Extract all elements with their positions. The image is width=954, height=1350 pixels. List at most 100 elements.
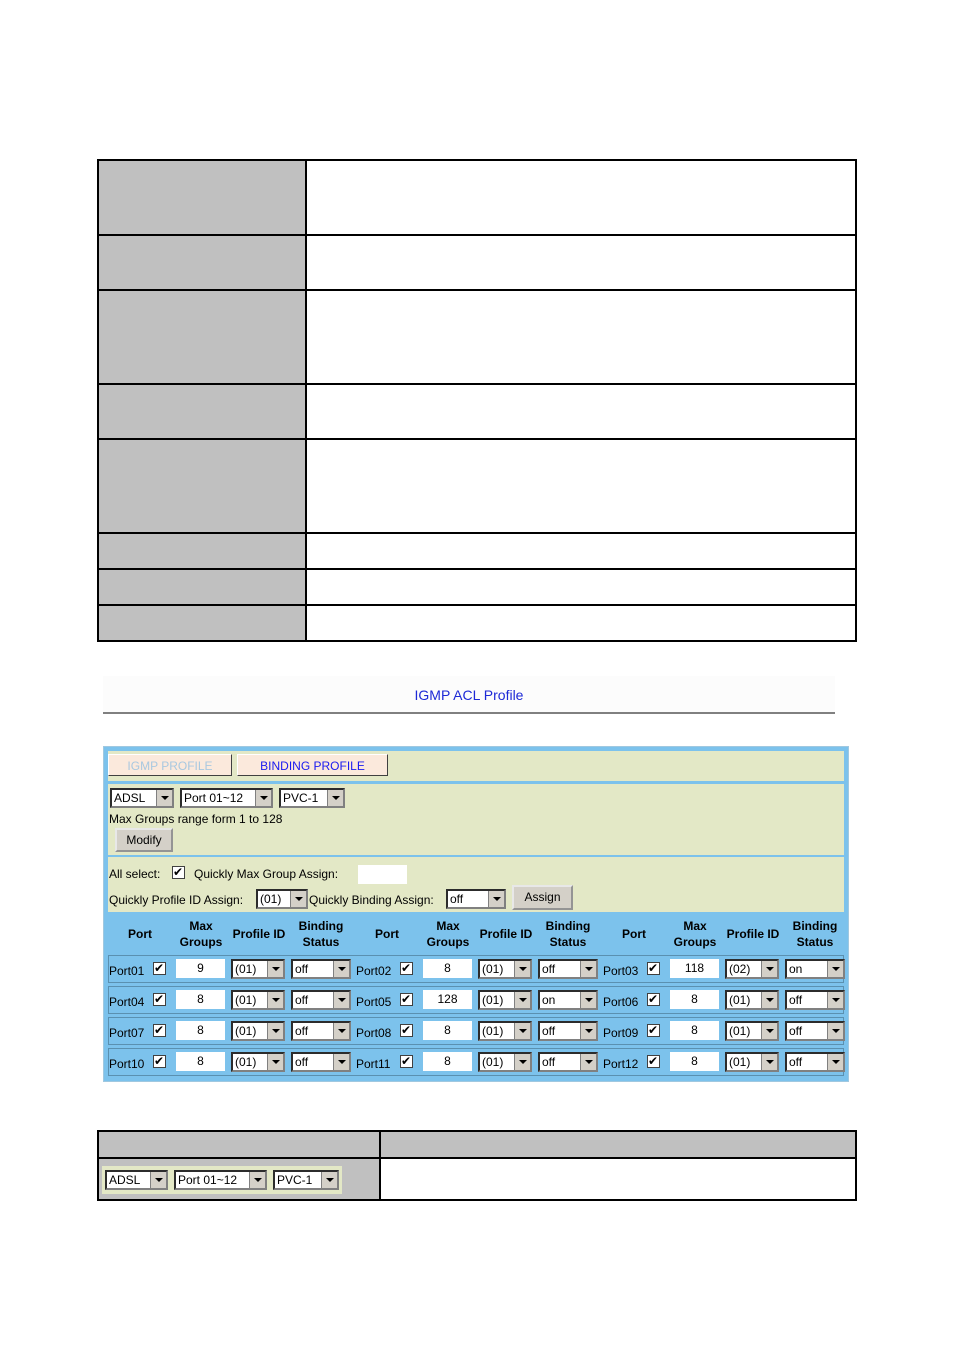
chevron-down-icon: [580, 961, 596, 977]
profile-id-select-value: (02): [729, 962, 751, 976]
binding-status-select[interactable]: off: [785, 1021, 845, 1041]
doc-label-cell: [97, 234, 307, 291]
quick-binding-select[interactable]: off: [446, 889, 506, 909]
port-range-select[interactable]: Port 01~12: [180, 788, 273, 808]
port-select-checkbox[interactable]: [647, 1022, 660, 1038]
max-groups-input[interactable]: 8: [423, 1052, 472, 1071]
doc-label-cell: [97, 568, 307, 606]
port-select-checkbox[interactable]: [647, 1053, 660, 1069]
binding-status-select[interactable]: off: [291, 990, 351, 1010]
binding-status-select-value: off: [295, 993, 309, 1007]
binding-status-select[interactable]: off: [538, 1052, 598, 1072]
max-groups-input[interactable]: 128: [423, 990, 472, 1009]
pvc-select[interactable]: PVC-1: [279, 788, 345, 808]
chevron-down-icon: [761, 1023, 777, 1039]
all-select-checkbox[interactable]: [172, 864, 185, 880]
binding-status-select[interactable]: off: [291, 1021, 351, 1041]
profile-id-select[interactable]: (01): [231, 990, 285, 1010]
max-groups-input[interactable]: 118: [670, 959, 719, 978]
profile-id-select[interactable]: (01): [478, 1021, 532, 1041]
ref-control-cell: ADSL Port 01~12 PVC-1: [97, 1157, 381, 1201]
header-binding-status: Binding Status: [792, 919, 838, 949]
chevron-down-icon: [255, 790, 271, 806]
modify-button[interactable]: Modify: [115, 828, 173, 852]
pvc-select[interactable]: PVC-1: [273, 1170, 339, 1190]
binding-status-select[interactable]: on: [538, 990, 598, 1010]
binding-status-select[interactable]: off: [785, 1052, 845, 1072]
chevron-down-icon: [267, 961, 283, 977]
binding-status-select[interactable]: off: [291, 1052, 351, 1072]
max-groups-input[interactable]: 8: [176, 1021, 225, 1040]
profile-id-select[interactable]: (01): [725, 1021, 779, 1041]
header-max-groups: Max Groups: [179, 919, 223, 949]
max-groups-input[interactable]: 8: [423, 1021, 472, 1040]
quick-binding-label: Quickly Binding Assign:: [309, 893, 434, 907]
max-groups-input[interactable]: 9: [176, 959, 225, 978]
header-binding-status: Binding Status: [298, 919, 344, 949]
profile-id-select[interactable]: (01): [725, 1052, 779, 1072]
binding-status-select[interactable]: on: [785, 959, 845, 979]
title-divider: [103, 712, 835, 714]
page-title: IGMP ACL Profile: [103, 676, 835, 714]
port-select-checkbox[interactable]: [400, 1053, 413, 1069]
profile-id-select[interactable]: (01): [231, 1052, 285, 1072]
binding-status-select[interactable]: off: [291, 959, 351, 979]
max-groups-input[interactable]: 8: [670, 1052, 719, 1071]
line-type-select[interactable]: ADSL: [110, 788, 174, 808]
header-profile-id: Profile ID: [479, 927, 533, 941]
port-label: Port11: [356, 1057, 391, 1071]
port-select-checkbox[interactable]: [400, 960, 413, 976]
chevron-down-icon: [827, 961, 843, 977]
profile-id-select[interactable]: (02): [725, 959, 779, 979]
binding-status-select-value: off: [542, 1024, 556, 1038]
quick-binding-value: off: [450, 892, 464, 906]
port-select-checkbox[interactable]: [647, 960, 660, 976]
tab-igmp-profile[interactable]: IGMP PROFILE: [108, 754, 232, 776]
header-max-groups: Max Groups: [426, 919, 470, 949]
assign-button[interactable]: Assign: [512, 885, 573, 910]
port-select-checkbox[interactable]: [153, 1053, 166, 1069]
port-range-select[interactable]: Port 01~12: [174, 1170, 267, 1190]
binding-status-select[interactable]: off: [538, 1021, 598, 1041]
binding-status-select[interactable]: off: [538, 959, 598, 979]
max-groups-input[interactable]: 8: [176, 990, 225, 1009]
chevron-down-icon: [514, 1054, 530, 1070]
profile-id-select[interactable]: (01): [231, 1021, 285, 1041]
max-groups-input[interactable]: 8: [670, 1021, 719, 1040]
quick-profile-id-select[interactable]: (01): [256, 889, 308, 909]
profile-id-select[interactable]: (01): [725, 990, 779, 1010]
profile-id-select[interactable]: (01): [478, 990, 532, 1010]
binding-status-select[interactable]: off: [785, 990, 845, 1010]
port-select-checkbox[interactable]: [153, 960, 166, 976]
chevron-down-icon: [514, 992, 530, 1008]
max-groups-input[interactable]: 8: [176, 1052, 225, 1071]
profile-id-select[interactable]: (01): [231, 959, 285, 979]
tab-binding-profile[interactable]: BINDING PROFILE: [237, 754, 388, 776]
doc-value-cell: [305, 289, 857, 385]
line-type-select[interactable]: ADSL: [105, 1170, 168, 1190]
port-select-checkbox[interactable]: [400, 1022, 413, 1038]
chevron-down-icon: [580, 1023, 596, 1039]
quick-max-group-input[interactable]: [358, 865, 407, 884]
port-select-checkbox[interactable]: [400, 991, 413, 1007]
chevron-down-icon: [267, 1054, 283, 1070]
profile-id-select-value: (01): [729, 1024, 751, 1038]
max-groups-input[interactable]: 8: [670, 990, 719, 1009]
port-select-checkbox[interactable]: [153, 1022, 166, 1038]
profile-id-select[interactable]: (01): [478, 1052, 532, 1072]
binding-status-select-value: off: [295, 962, 309, 976]
doc-label-cell: [97, 289, 307, 385]
chevron-down-icon: [290, 891, 306, 907]
port-select-checkbox[interactable]: [647, 991, 660, 1007]
table-row: Port04 8 (01) off Port05 128 (01) on Port06 8 (01)…: [108, 986, 845, 1014]
binding-status-select-value: on: [542, 993, 556, 1007]
header-port: Port: [622, 927, 646, 941]
profile-id-select-value: (01): [482, 1055, 504, 1069]
filter-section: ADSL Port 01~12 PVC-1 Max Groups range f…: [108, 784, 844, 855]
max-groups-input[interactable]: 8: [423, 959, 472, 978]
port-select-checkbox[interactable]: [153, 991, 166, 1007]
profile-id-select[interactable]: (01): [478, 959, 532, 979]
port-range-value: Port 01~12: [178, 1173, 238, 1187]
binding-status-select-value: off: [789, 1024, 803, 1038]
range-note: Max Groups range form 1 to 128: [109, 812, 283, 826]
